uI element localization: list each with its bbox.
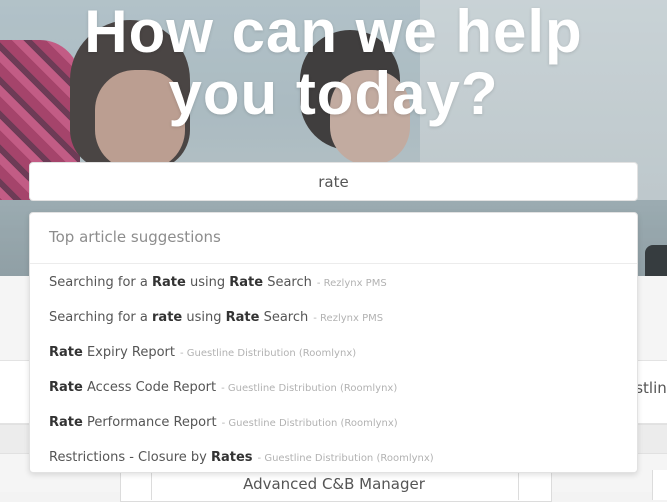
- hero-title-line1: How can we help: [84, 0, 583, 65]
- suggestion-text: Restrictions - Closure by: [49, 450, 211, 465]
- suggestion-highlight: Rate: [49, 380, 83, 395]
- hero-title-line2: you today?: [168, 60, 499, 127]
- suggestion-highlight: rate: [152, 310, 183, 325]
- suggestion-text: Searching for a: [49, 275, 153, 290]
- suggestion-source: - Rezlynx PMS: [316, 278, 387, 289]
- suggestion-item[interactable]: Rate Access Code Report - Guestline Distr…: [30, 370, 637, 405]
- suggestion-text: Search: [259, 310, 309, 325]
- category-card[interactable]: [652, 470, 667, 500]
- suggestion-item[interactable]: Rate Expiry Report - Guestline Distributi…: [30, 335, 637, 370]
- suggestion-source: - Guestline Distribution (Roomlynx): [180, 348, 357, 359]
- suggestion-item[interactable]: Searching for a Rate using Rate Search - …: [30, 265, 637, 300]
- suggestion-text: Expiry Report: [82, 345, 175, 360]
- suggestion-source: - Rezlynx PMS: [313, 313, 384, 324]
- suggestion-source: - Guestline Distribution (Roomlynx): [221, 418, 398, 429]
- suggestion-source: - Guestline Distribution (Roomlynx): [221, 383, 398, 394]
- suggestion-item[interactable]: Restrictions - Closure by Rates - Guestli…: [30, 440, 637, 475]
- suggestion-highlight: Rate: [49, 415, 83, 430]
- suggestions-header: Top article suggestions: [30, 213, 637, 264]
- suggestion-source: - Guestline Distribution (Roomlynx): [257, 453, 434, 464]
- category-card-label: Advanced C&B Manager: [243, 475, 425, 493]
- suggestion-highlight: Rate: [152, 275, 186, 290]
- suggestions-dropdown: Top article suggestions Searching for a …: [29, 212, 638, 473]
- suggestion-item[interactable]: Searching for a rate using Rate Search - …: [30, 300, 637, 335]
- suggestion-highlight: Rate: [225, 310, 260, 325]
- suggestion-highlight: Rate: [49, 345, 83, 360]
- suggestion-text: Access Code Report: [82, 380, 217, 395]
- search-input[interactable]: rate: [29, 162, 638, 201]
- suggestion-item[interactable]: Rate Performance Report - Guestline Distr…: [30, 405, 637, 440]
- suggestions-list: Searching for a Rate using Rate Search - …: [30, 265, 637, 475]
- suggestion-text: using: [182, 310, 226, 325]
- suggestion-text: using: [185, 275, 230, 290]
- suggestion-text: Performance Report: [82, 415, 217, 430]
- suggestion-text: Searching for a: [49, 310, 153, 325]
- suggestion-highlight: Rates: [210, 450, 253, 465]
- suggestion-highlight: Rate: [229, 275, 264, 290]
- suggestion-text: Search: [263, 275, 312, 290]
- hero-title: How can we help you today?: [0, 0, 667, 125]
